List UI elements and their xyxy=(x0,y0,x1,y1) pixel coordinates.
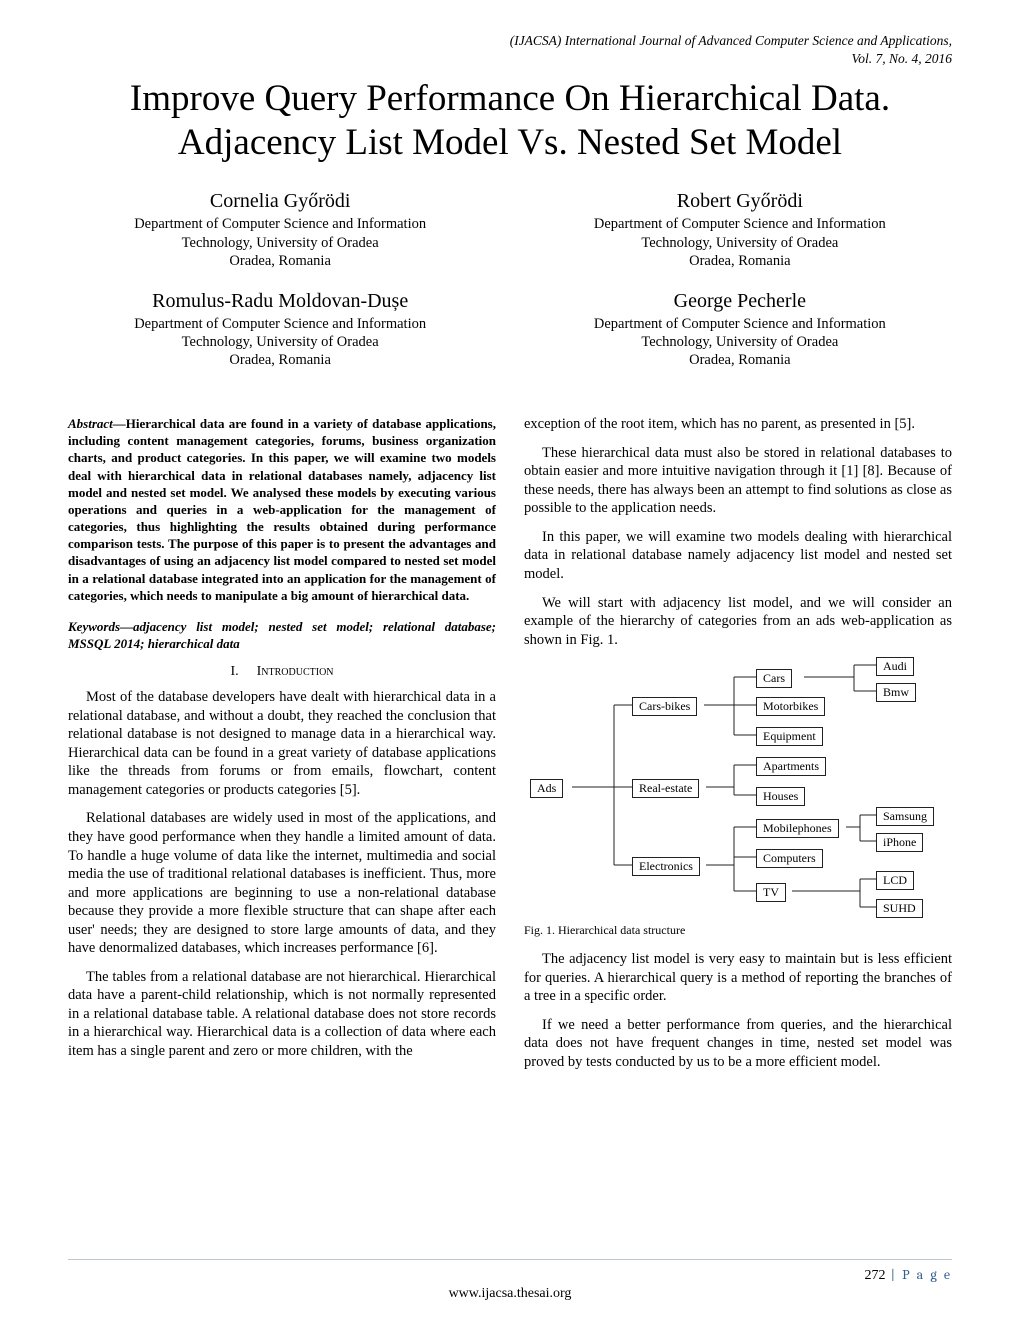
author-affiliation: Department of Computer Science and Infor… xyxy=(528,215,952,269)
node-computers: Computers xyxy=(756,849,823,868)
journal-line1: (IJACSA) International Journal of Advanc… xyxy=(68,32,952,50)
author-1: Cornelia Győrödi Department of Computer … xyxy=(68,190,492,269)
node-motorbikes: Motorbikes xyxy=(756,697,825,716)
keywords: Keywords—adjacency list model; nested se… xyxy=(68,618,496,652)
page-number-value: 272 xyxy=(865,1268,886,1283)
node-suhd: SUHD xyxy=(876,899,923,918)
author-affiliation: Department of Computer Science and Infor… xyxy=(68,315,492,369)
node-mobilephones: Mobilephones xyxy=(756,819,839,838)
node-apartments: Apartments xyxy=(756,757,826,776)
author-name: Cornelia Győrödi xyxy=(68,190,492,213)
author-affiliation: Department of Computer Science and Infor… xyxy=(68,215,492,269)
right-column: exception of the root item, which has no… xyxy=(524,415,952,1081)
para: The tables from a relational database ar… xyxy=(68,968,496,1061)
footer-url: www.ijacsa.thesai.org xyxy=(0,1286,1020,1302)
para: In this paper, we will examine two model… xyxy=(524,528,952,584)
para: exception of the root item, which has no… xyxy=(524,415,952,434)
para: Relational databases are widely used in … xyxy=(68,809,496,957)
author-name: George Pecherle xyxy=(528,290,952,313)
para: If we need a better performance from que… xyxy=(524,1016,952,1072)
node-audi: Audi xyxy=(876,657,914,676)
author-2: Robert Győrödi Department of Computer Sc… xyxy=(528,190,952,269)
section-number: I. xyxy=(230,664,238,679)
keywords-text: adjacency list model; nested set model; … xyxy=(68,619,496,651)
para: These hierarchical data must also be sto… xyxy=(524,444,952,518)
author-name: Robert Győrödi xyxy=(528,190,952,213)
abstract-label: Abstract— xyxy=(68,416,126,431)
page-number: 272 | P a g e xyxy=(865,1266,952,1284)
node-cars-bikes: Cars-bikes xyxy=(632,697,697,716)
figure-1-hierarchy-diagram: Ads Cars-bikes Real-estate Electronics C… xyxy=(524,659,944,915)
abstract-text: Hierarchical data are found in a variety… xyxy=(68,416,496,603)
para: Most of the database developers have dea… xyxy=(68,688,496,799)
page-label: | P a g e xyxy=(886,1266,952,1283)
figure-1-caption: Fig. 1. Hierarchical data structure xyxy=(524,923,952,938)
node-tv: TV xyxy=(756,883,786,902)
section-heading-1: I. Introduction xyxy=(68,664,496,680)
author-affiliation: Department of Computer Science and Infor… xyxy=(528,315,952,369)
left-column: Abstract—Hierarchical data are found in … xyxy=(68,415,496,1081)
paper-title: Improve Query Performance On Hierarchica… xyxy=(68,77,952,164)
node-cars: Cars xyxy=(756,669,792,688)
node-houses: Houses xyxy=(756,787,805,806)
para: We will start with adjacency list model,… xyxy=(524,594,952,650)
node-bmw: Bmw xyxy=(876,683,916,702)
footer-divider xyxy=(68,1259,952,1260)
authors-block: Cornelia Győrödi Department of Computer … xyxy=(68,190,952,389)
journal-line2: Vol. 7, No. 4, 2016 xyxy=(68,50,952,68)
node-samsung: Samsung xyxy=(876,807,934,826)
node-iphone: iPhone xyxy=(876,833,923,852)
node-equipment: Equipment xyxy=(756,727,823,746)
keywords-label: Keywords— xyxy=(68,619,133,634)
node-ads: Ads xyxy=(530,779,563,798)
para: The adjacency list model is very easy to… xyxy=(524,950,952,1006)
node-lcd: LCD xyxy=(876,871,914,890)
abstract: Abstract—Hierarchical data are found in … xyxy=(68,415,496,604)
journal-header: (IJACSA) International Journal of Advanc… xyxy=(68,32,952,67)
author-4: George Pecherle Department of Computer S… xyxy=(528,290,952,369)
node-real-estate: Real-estate xyxy=(632,779,699,798)
author-3: Romulus-Radu Moldovan-Dușe Department of… xyxy=(68,290,492,369)
section-title: Introduction xyxy=(257,664,334,679)
two-column-body: Abstract—Hierarchical data are found in … xyxy=(68,415,952,1081)
author-name: Romulus-Radu Moldovan-Dușe xyxy=(68,290,492,313)
node-electronics: Electronics xyxy=(632,857,700,876)
